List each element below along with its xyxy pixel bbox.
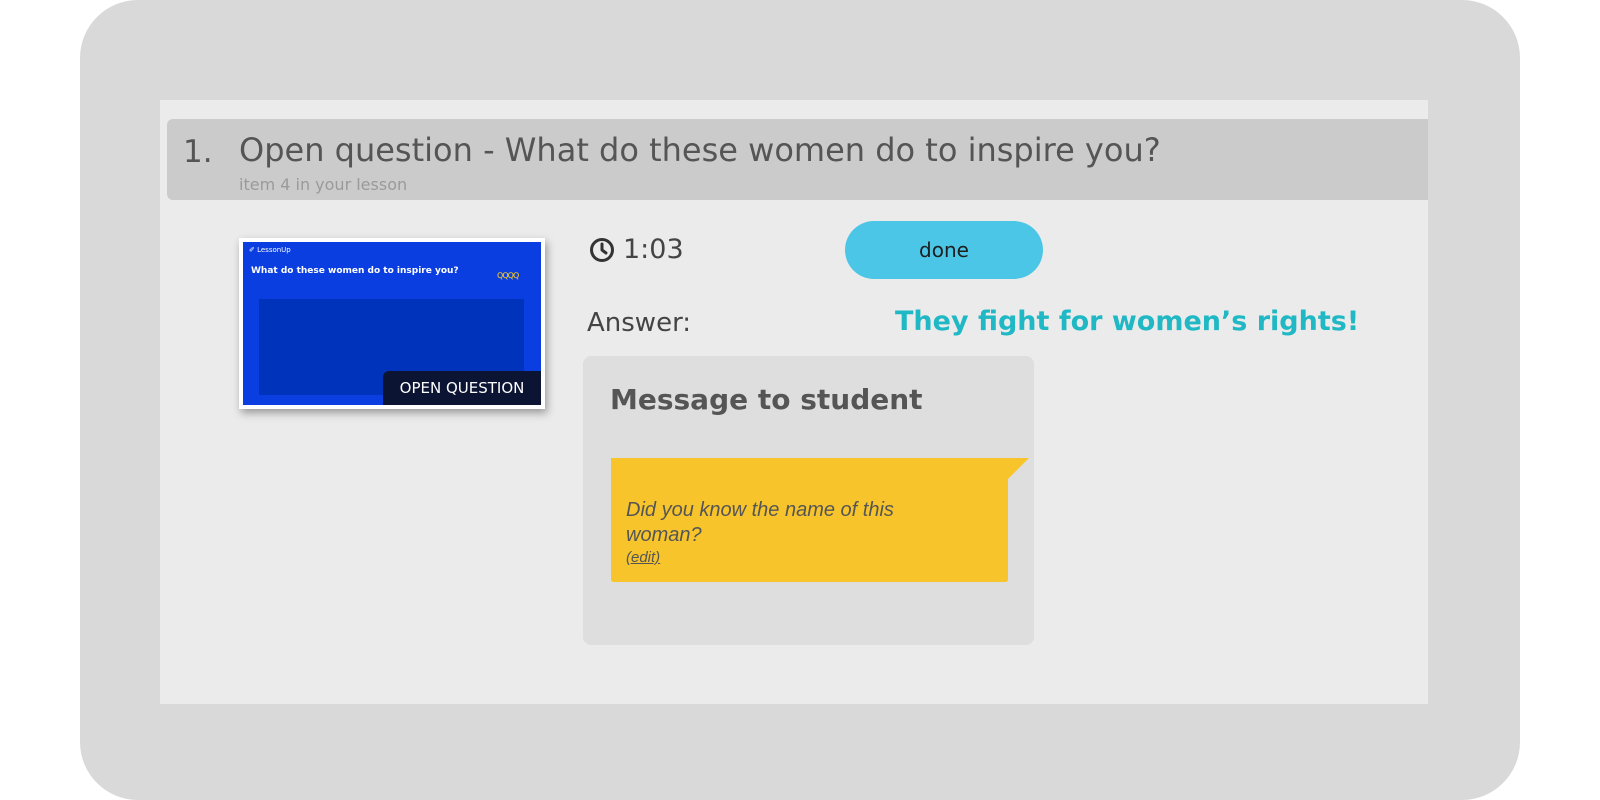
question-subtitle: item 4 in your lesson [239,175,408,194]
slide-thumbnail[interactable]: ✐ LessonUp What do these women do to ins… [239,238,545,409]
slide-title: What do these women do to inspire you? [251,266,459,276]
slide-preview: ✐ LessonUp What do these women do to ins… [243,242,541,405]
question-title: Open question - What do these women do t… [239,131,1161,169]
answer-label: Answer: [587,308,692,338]
message-title: Message to student [610,383,923,416]
question-number: 1. [183,134,213,170]
slide-type-badge: OPEN QUESTION [383,371,541,405]
sticky-note-text: Did you know the name of this woman? [626,499,894,546]
done-button[interactable]: done [845,221,1043,279]
response-time: 1:03 [623,234,684,265]
edit-link[interactable]: (edit) [626,549,660,566]
answer-value: They fight for women’s rights! [895,306,1360,337]
sticky-note: Did you know the name of this woman? (ed… [611,458,1029,582]
slide-illustration-icon: ꞯꞯꞯꞯ [497,270,519,281]
clock-icon [589,237,615,263]
slide-brand: ✐ LessonUp [249,246,291,254]
